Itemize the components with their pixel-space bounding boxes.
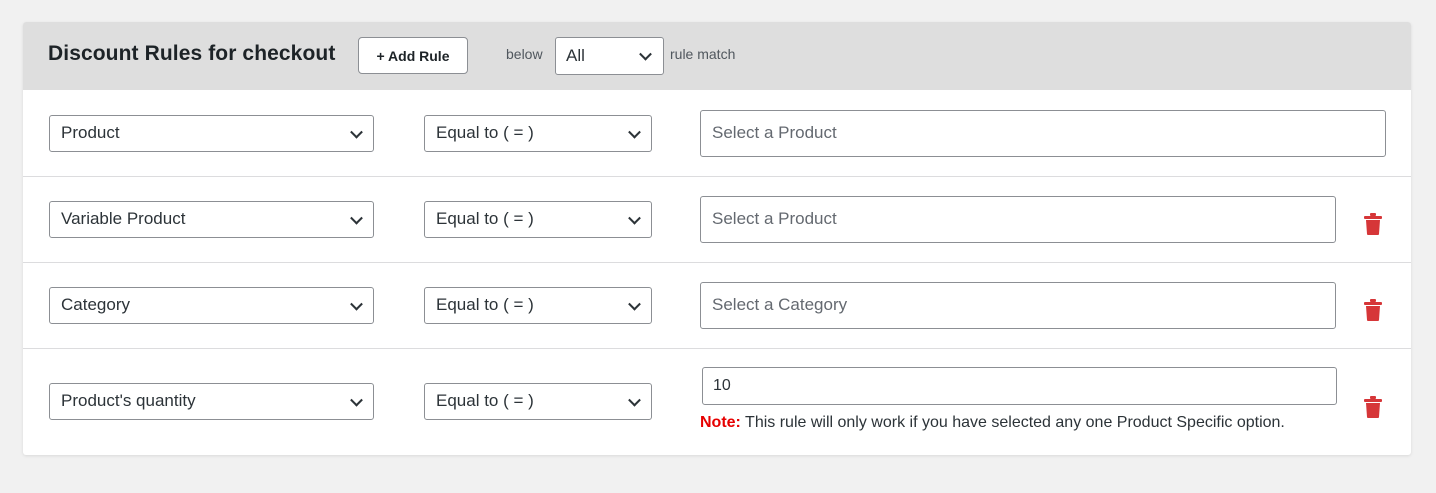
- quantity-input[interactable]: 10: [702, 367, 1337, 405]
- chevron-down-icon: [350, 297, 363, 311]
- below-label: below: [506, 46, 543, 62]
- rule-type-select[interactable]: Category: [49, 287, 374, 324]
- rule-operator-value: Equal to ( = ): [436, 391, 534, 410]
- trash-icon[interactable]: [1364, 213, 1382, 235]
- trash-icon[interactable]: [1364, 396, 1382, 418]
- rule-type-value: Category: [61, 295, 130, 314]
- note-label: Note:: [700, 414, 741, 431]
- rule-match-select[interactable]: All: [555, 37, 664, 75]
- rule-operator-select[interactable]: Equal to ( = ): [424, 383, 652, 420]
- rule-match-label: rule match: [670, 46, 736, 62]
- chevron-down-icon: [350, 393, 363, 407]
- rule-type-select[interactable]: Product: [49, 115, 374, 152]
- rule-operator-select[interactable]: Equal to ( = ): [424, 201, 652, 238]
- row-divider: [23, 262, 1411, 263]
- panel-title: Discount Rules for checkout: [48, 42, 336, 65]
- trash-icon[interactable]: [1364, 299, 1382, 321]
- panel-header: Discount Rules for checkout + Add Rule b…: [23, 22, 1411, 90]
- product-select-input[interactable]: Select a Product: [700, 110, 1386, 157]
- product-select-input[interactable]: Select a Product: [700, 196, 1336, 243]
- rule-operator-select[interactable]: Equal to ( = ): [424, 287, 652, 324]
- chevron-down-icon: [628, 125, 641, 139]
- rule-match-value: All: [566, 46, 585, 65]
- rule-operator-select[interactable]: Equal to ( = ): [424, 115, 652, 152]
- rule-type-select[interactable]: Variable Product: [49, 201, 374, 238]
- rule-note: Note: This rule will only work if you ha…: [700, 414, 1285, 432]
- note-text: This rule will only work if you have sel…: [745, 414, 1285, 431]
- rule-type-value: Product: [61, 123, 120, 142]
- row-divider: [23, 176, 1411, 177]
- row-divider: [23, 348, 1411, 349]
- chevron-down-icon: [350, 125, 363, 139]
- rule-operator-value: Equal to ( = ): [436, 209, 534, 228]
- rule-type-select[interactable]: Product's quantity: [49, 383, 374, 420]
- rule-operator-value: Equal to ( = ): [436, 123, 534, 142]
- rule-operator-value: Equal to ( = ): [436, 295, 534, 314]
- add-rule-button[interactable]: + Add Rule: [358, 37, 468, 74]
- discount-rules-panel: Discount Rules for checkout + Add Rule b…: [23, 22, 1411, 455]
- chevron-down-icon: [350, 211, 363, 225]
- rule-type-value: Variable Product: [61, 209, 186, 228]
- chevron-down-icon: [639, 47, 652, 61]
- category-select-input[interactable]: Select a Category: [700, 282, 1336, 329]
- chevron-down-icon: [628, 393, 641, 407]
- chevron-down-icon: [628, 297, 641, 311]
- chevron-down-icon: [628, 211, 641, 225]
- rule-type-value: Product's quantity: [61, 391, 196, 410]
